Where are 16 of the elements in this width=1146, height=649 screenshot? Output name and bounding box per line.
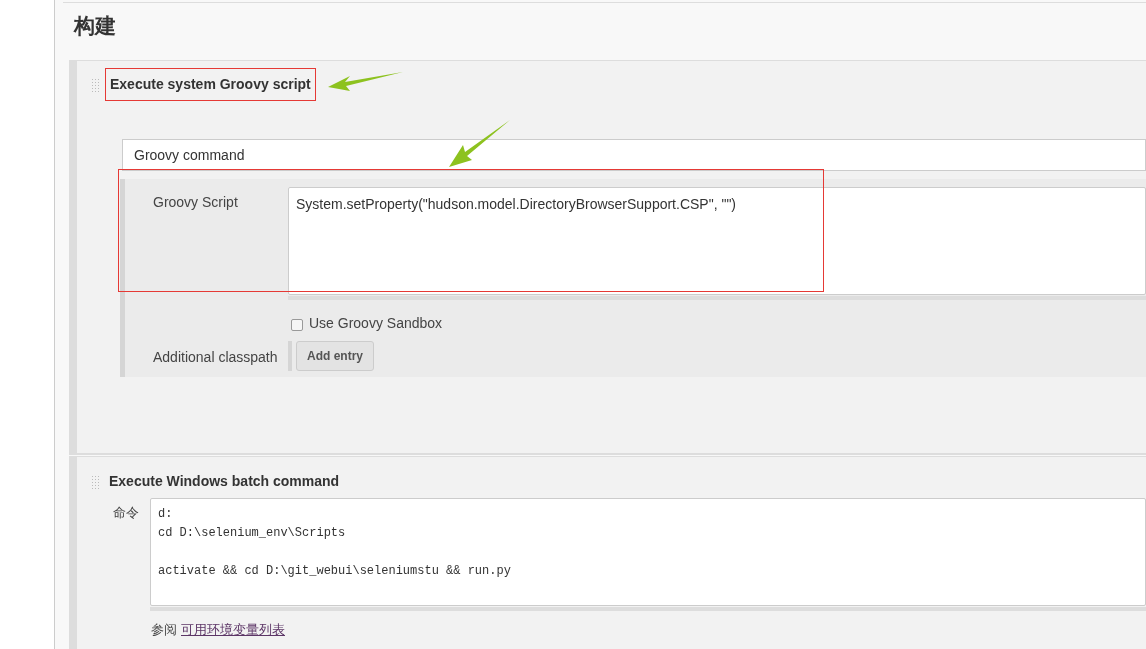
see-also-text: 参阅: [151, 621, 177, 639]
command-textarea[interactable]: d: cd D:\selenium_env\Scripts activate && cd D:\git_webui\seleniumstu && run.py: [150, 498, 1146, 606]
arrow-icon: [328, 72, 403, 91]
step-title: Execute Windows batch command: [109, 472, 340, 491]
annotated-step-title: Execute system Groovy script: [105, 68, 316, 101]
add-entry-button[interactable]: Add entry: [296, 341, 374, 371]
env-variables-link[interactable]: 可用环境变量列表: [181, 620, 285, 640]
script-textarea[interactable]: System.setProperty("hudson.model.DirectoryBrowserSupport.CSP", ""): [288, 187, 1146, 295]
field-label: Groovy Script: [153, 193, 238, 212]
section-heading: 构建: [74, 13, 116, 39]
field-label: 命令: [113, 504, 139, 522]
field-label: Additional classpath: [153, 348, 278, 367]
command-type-select[interactable]: Groovy command: [122, 139, 1146, 171]
arrow-icon: [449, 120, 510, 167]
sandbox-checkbox[interactable]: [291, 319, 303, 331]
checkbox-label: Use Groovy Sandbox: [309, 314, 443, 333]
